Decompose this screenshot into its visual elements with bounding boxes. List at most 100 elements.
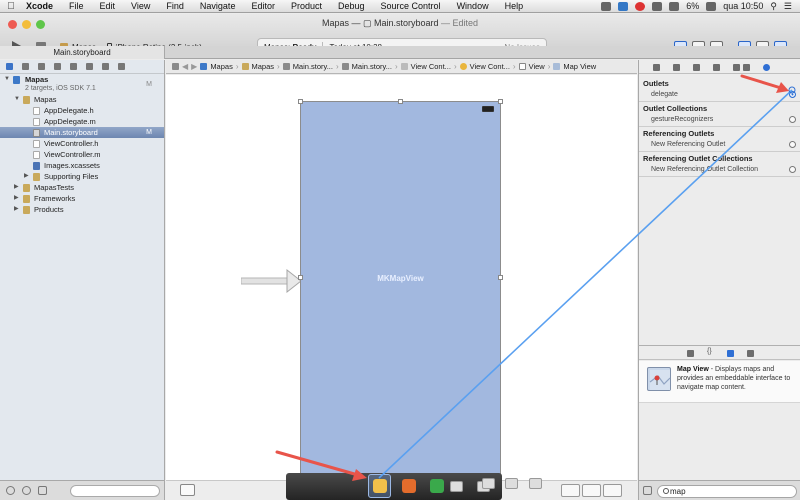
find-icon[interactable]	[38, 63, 45, 70]
disclosure-open-icon[interactable]: ▼	[4, 74, 10, 85]
skype-icon[interactable]	[618, 1, 629, 11]
breakpoint-icon[interactable]	[102, 63, 109, 70]
back-icon[interactable]: ◀	[182, 62, 188, 71]
file-template-library-icon[interactable]	[687, 350, 694, 357]
disclosure-closed-icon[interactable]: ▶	[24, 171, 29, 182]
debug-icon[interactable]	[86, 63, 93, 70]
wifi-icon[interactable]	[652, 1, 663, 11]
size-inspector-icon[interactable]	[733, 64, 740, 71]
nav-group-products[interactable]: ▶ Products	[0, 204, 164, 215]
nav-project-row[interactable]: ▼ Mapas M	[0, 74, 164, 88]
recent-icon[interactable]	[22, 486, 31, 495]
resize-handle[interactable]	[298, 275, 303, 280]
log-icon[interactable]	[118, 63, 125, 70]
crumb-view-controller[interactable]: View Cont...	[470, 62, 510, 71]
menu-find[interactable]: Find	[158, 1, 192, 11]
object-library-icon[interactable]	[727, 350, 734, 357]
resizing-icon[interactable]	[505, 478, 518, 489]
map-view[interactable]: MKMapView	[300, 101, 501, 477]
warning-icon[interactable]	[54, 63, 61, 70]
gesture-recognizers-connector-circle[interactable]	[789, 116, 796, 123]
menu-file[interactable]: File	[61, 1, 92, 11]
media-library-icon[interactable]	[747, 350, 754, 357]
navigator-filter-input[interactable]	[70, 485, 160, 497]
attributes-inspector-icon[interactable]	[713, 64, 720, 71]
crumb-project[interactable]: Mapas	[210, 62, 233, 71]
zoom-reset-button[interactable]	[582, 484, 601, 497]
related-items-icon[interactable]	[172, 63, 179, 70]
menu-app[interactable]: Xcode	[22, 1, 61, 11]
nav-group-supporting-files[interactable]: ▶ Supporting Files	[0, 171, 164, 182]
resize-handle[interactable]	[398, 99, 403, 104]
grid-view-icon[interactable]	[643, 486, 652, 495]
menu-window[interactable]: Window	[449, 1, 497, 11]
battery-icon[interactable]	[706, 1, 717, 11]
menu-help[interactable]: Help	[497, 1, 532, 11]
first-responder-icon[interactable]	[402, 479, 416, 493]
nav-group-frameworks[interactable]: ▶ Frameworks	[0, 193, 164, 204]
notification-center-icon[interactable]: ☰	[784, 1, 792, 12]
exit-icon[interactable]	[430, 479, 444, 493]
volume-icon[interactable]	[669, 1, 680, 11]
quick-help-icon[interactable]	[673, 64, 680, 71]
nav-file-images-xcassets[interactable]: Images.xcassets	[0, 160, 164, 171]
zoom-in-button[interactable]	[603, 484, 622, 497]
nav-group-mapas[interactable]: ▼ Mapas	[0, 94, 164, 105]
menu-navigate[interactable]: Navigate	[192, 1, 244, 11]
constraints-icon[interactable]	[529, 478, 542, 489]
new-referencing-collection-connector-circle[interactable]	[789, 166, 796, 173]
crumb-file-base[interactable]: Main.story...	[352, 62, 392, 71]
new-referencing-outlet-connector-circle[interactable]	[789, 141, 796, 148]
apple-icon[interactable]: 	[0, 1, 22, 12]
identity-inspector-icon[interactable]	[693, 64, 700, 71]
folder-icon[interactable]	[6, 63, 13, 70]
storyboard-canvas[interactable]: MKMapView	[166, 75, 637, 480]
view-controller-icon[interactable]	[373, 479, 387, 493]
resize-handle[interactable]	[298, 99, 303, 104]
crumb-scene[interactable]: View Cont...	[411, 62, 451, 71]
resize-handle[interactable]	[498, 99, 503, 104]
resize-handle[interactable]	[498, 275, 503, 280]
disclosure-closed-icon[interactable]: ▶	[14, 204, 19, 215]
crumb-file[interactable]: Main.story...	[293, 62, 333, 71]
disclosure-open-icon[interactable]: ▼	[14, 94, 20, 105]
crumb-group[interactable]: Mapas	[252, 62, 275, 71]
forward-icon[interactable]: ▶	[191, 62, 197, 71]
disclosure-closed-icon[interactable]: ▶	[14, 193, 19, 204]
code-snippet-library-icon[interactable]: {}	[707, 348, 712, 355]
menu-debug[interactable]: Debug	[330, 1, 373, 11]
menu-view[interactable]: View	[123, 1, 158, 11]
library-search-input[interactable]	[657, 485, 797, 498]
delegate-connector-circle[interactable]	[789, 91, 796, 98]
align-icon[interactable]	[450, 481, 463, 492]
document-outline-button[interactable]	[180, 484, 195, 496]
nav-file-appdelegate-h[interactable]: AppDelegate.h	[0, 105, 164, 116]
test-icon[interactable]	[70, 63, 77, 70]
crumb-map-view[interactable]: Map View	[563, 62, 596, 71]
tab-main-storyboard[interactable]: Main.storyboard	[0, 46, 165, 59]
crumb-view[interactable]: View	[529, 62, 545, 71]
menu-product[interactable]: Product	[283, 1, 330, 11]
clock[interactable]: qua 10:50	[723, 1, 763, 11]
menu-source-control[interactable]: Source Control	[373, 1, 449, 11]
connections-inspector-icon[interactable]	[743, 64, 750, 71]
notification-icon[interactable]	[635, 1, 646, 11]
menu-editor[interactable]: Editor	[243, 1, 283, 11]
nav-file-main-storyboard[interactable]: Main.storyboard M	[0, 127, 164, 138]
file-inspector-icon[interactable]	[653, 64, 660, 71]
library-item-map-view[interactable]: Map View - Displays maps and provides an…	[639, 361, 800, 403]
nav-file-viewcontroller-h[interactable]: ViewController.h	[0, 138, 164, 149]
scm-filter-icon[interactable]	[38, 486, 47, 495]
menu-edit[interactable]: Edit	[92, 1, 124, 11]
disclosure-closed-icon[interactable]: ▶	[14, 182, 19, 193]
nav-group-mapastests[interactable]: ▶ MapasTests	[0, 182, 164, 193]
search-icon[interactable]: ⚲	[770, 1, 777, 12]
nav-file-appdelegate-m[interactable]: AppDelegate.m	[0, 116, 164, 127]
symbol-icon[interactable]	[22, 63, 29, 70]
resolve-layout-icon[interactable]	[482, 478, 495, 489]
bindings-icon[interactable]	[763, 64, 770, 71]
nav-file-viewcontroller-m[interactable]: ViewController.m	[0, 149, 164, 160]
zoom-out-button[interactable]	[561, 484, 580, 497]
tray-app-icon[interactable]	[601, 1, 612, 11]
add-icon[interactable]	[6, 486, 15, 495]
